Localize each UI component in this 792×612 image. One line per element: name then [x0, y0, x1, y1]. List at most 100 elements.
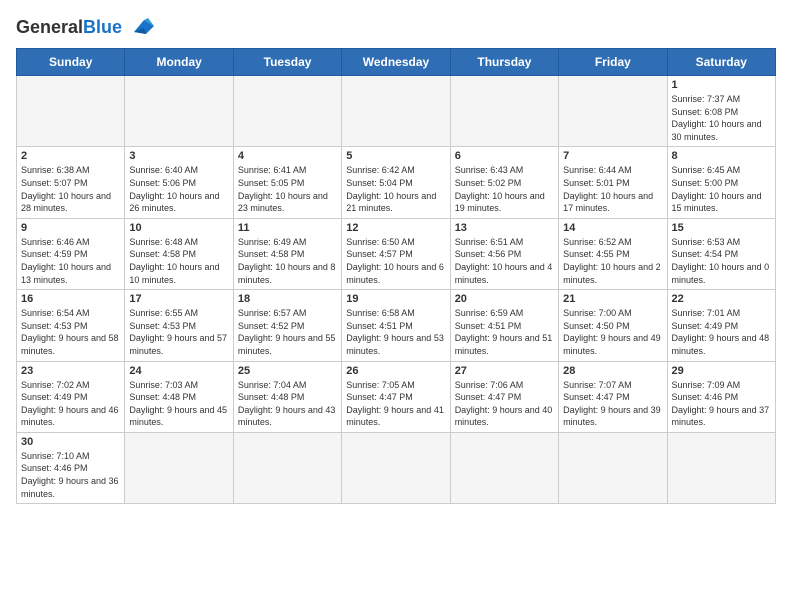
calendar-cell: 12 Sunrise: 6:50 AM Sunset: 4:57 PM Dayli… — [342, 218, 450, 289]
calendar-cell — [559, 76, 667, 147]
day-info: Sunrise: 6:54 AM Sunset: 4:53 PM Dayligh… — [21, 307, 120, 357]
day-info: Sunrise: 7:00 AM Sunset: 4:50 PM Dayligh… — [563, 307, 662, 357]
day-number: 12 — [346, 222, 445, 234]
calendar-cell — [450, 432, 558, 503]
day-info: Sunrise: 7:02 AM Sunset: 4:49 PM Dayligh… — [21, 379, 120, 429]
calendar-cell: 4 Sunrise: 6:41 AM Sunset: 5:05 PM Daylig… — [233, 147, 341, 218]
day-info: Sunrise: 7:06 AM Sunset: 4:47 PM Dayligh… — [455, 379, 554, 429]
calendar-cell: 2 Sunrise: 6:38 AM Sunset: 5:07 PM Daylig… — [17, 147, 125, 218]
calendar-cell: 25 Sunrise: 7:04 AM Sunset: 4:48 PM Dayli… — [233, 361, 341, 432]
day-header-saturday: Saturday — [667, 49, 775, 76]
calendar-cell: 7 Sunrise: 6:44 AM Sunset: 5:01 PM Daylig… — [559, 147, 667, 218]
day-info: Sunrise: 7:03 AM Sunset: 4:48 PM Dayligh… — [129, 379, 228, 429]
day-header-monday: Monday — [125, 49, 233, 76]
day-number: 9 — [21, 222, 120, 234]
day-number: 3 — [129, 150, 228, 162]
calendar-cell: 9Sunrise: 6:46 AM Sunset: 4:59 PM Daylig… — [17, 218, 125, 289]
calendar-cell: 8 Sunrise: 6:45 AM Sunset: 5:00 PM Daylig… — [667, 147, 775, 218]
calendar-cell: 18 Sunrise: 6:57 AM Sunset: 4:52 PM Dayli… — [233, 290, 341, 361]
day-info: Sunrise: 7:01 AM Sunset: 4:49 PM Dayligh… — [672, 307, 771, 357]
calendar-body: 1 Sunrise: 7:37 AM Sunset: 6:08 PM Daylig… — [17, 76, 776, 504]
calendar-cell — [559, 432, 667, 503]
day-number: 28 — [563, 365, 662, 377]
day-number: 7 — [563, 150, 662, 162]
day-info: Sunrise: 6:48 AM Sunset: 4:58 PM Dayligh… — [129, 236, 228, 286]
day-number: 22 — [672, 293, 771, 305]
day-info: Sunrise: 7:09 AM Sunset: 4:46 PM Dayligh… — [672, 379, 771, 429]
day-number: 23 — [21, 365, 120, 377]
calendar-cell: 3 Sunrise: 6:40 AM Sunset: 5:06 PM Daylig… — [125, 147, 233, 218]
day-info: Sunrise: 6:50 AM Sunset: 4:57 PM Dayligh… — [346, 236, 445, 286]
day-info: Sunrise: 7:10 AM Sunset: 4:46 PM Dayligh… — [21, 450, 120, 500]
calendar-cell — [667, 432, 775, 503]
day-number: 10 — [129, 222, 228, 234]
day-info: Sunrise: 6:44 AM Sunset: 5:01 PM Dayligh… — [563, 164, 662, 214]
calendar-cell: 16 Sunrise: 6:54 AM Sunset: 4:53 PM Dayli… — [17, 290, 125, 361]
calendar-week-row: 16 Sunrise: 6:54 AM Sunset: 4:53 PM Dayli… — [17, 290, 776, 361]
calendar-cell: 21Sunrise: 7:00 AM Sunset: 4:50 PM Dayli… — [559, 290, 667, 361]
day-info: Sunrise: 7:37 AM Sunset: 6:08 PM Dayligh… — [672, 93, 771, 143]
day-info: Sunrise: 6:49 AM Sunset: 4:58 PM Dayligh… — [238, 236, 337, 286]
calendar-header: SundayMondayTuesdayWednesdayThursdayFrid… — [17, 49, 776, 76]
calendar-cell — [450, 76, 558, 147]
calendar-week-row: 1 Sunrise: 7:37 AM Sunset: 6:08 PM Daylig… — [17, 76, 776, 147]
calendar-cell: 23 Sunrise: 7:02 AM Sunset: 4:49 PM Dayli… — [17, 361, 125, 432]
calendar-cell: 20 Sunrise: 6:59 AM Sunset: 4:51 PM Dayli… — [450, 290, 558, 361]
day-number: 18 — [238, 293, 337, 305]
day-number: 20 — [455, 293, 554, 305]
calendar-cell: 29 Sunrise: 7:09 AM Sunset: 4:46 PM Dayli… — [667, 361, 775, 432]
day-header-friday: Friday — [559, 49, 667, 76]
calendar-week-row: 9Sunrise: 6:46 AM Sunset: 4:59 PM Daylig… — [17, 218, 776, 289]
day-number: 16 — [21, 293, 120, 305]
calendar-cell: 28 Sunrise: 7:07 AM Sunset: 4:47 PM Dayli… — [559, 361, 667, 432]
calendar-cell: 30 Sunrise: 7:10 AM Sunset: 4:46 PM Dayli… — [17, 432, 125, 503]
day-number: 4 — [238, 150, 337, 162]
day-number: 17 — [129, 293, 228, 305]
day-info: Sunrise: 6:51 AM Sunset: 4:56 PM Dayligh… — [455, 236, 554, 286]
logo-text: GeneralBlue — [16, 18, 122, 36]
day-info: Sunrise: 6:40 AM Sunset: 5:06 PM Dayligh… — [129, 164, 228, 214]
calendar-cell — [125, 76, 233, 147]
calendar-cell: 15Sunrise: 6:53 AM Sunset: 4:54 PM Dayli… — [667, 218, 775, 289]
day-info: Sunrise: 6:57 AM Sunset: 4:52 PM Dayligh… — [238, 307, 337, 357]
calendar-cell: 17 Sunrise: 6:55 AM Sunset: 4:53 PM Dayli… — [125, 290, 233, 361]
day-number: 14 — [563, 222, 662, 234]
page-header: GeneralBlue — [16, 16, 776, 38]
day-number: 19 — [346, 293, 445, 305]
day-info: Sunrise: 6:52 AM Sunset: 4:55 PM Dayligh… — [563, 236, 662, 286]
day-number: 13 — [455, 222, 554, 234]
day-number: 25 — [238, 365, 337, 377]
calendar-header-row: SundayMondayTuesdayWednesdayThursdayFrid… — [17, 49, 776, 76]
calendar-cell — [17, 76, 125, 147]
day-number: 30 — [21, 436, 120, 448]
calendar-cell — [342, 76, 450, 147]
calendar-cell — [125, 432, 233, 503]
calendar-cell — [233, 76, 341, 147]
day-header-thursday: Thursday — [450, 49, 558, 76]
calendar-cell: 13 Sunrise: 6:51 AM Sunset: 4:56 PM Dayli… — [450, 218, 558, 289]
calendar-cell: 22 Sunrise: 7:01 AM Sunset: 4:49 PM Dayli… — [667, 290, 775, 361]
day-number: 29 — [672, 365, 771, 377]
calendar-cell — [233, 432, 341, 503]
day-number: 2 — [21, 150, 120, 162]
day-info: Sunrise: 7:04 AM Sunset: 4:48 PM Dayligh… — [238, 379, 337, 429]
day-number: 5 — [346, 150, 445, 162]
day-info: Sunrise: 6:38 AM Sunset: 5:07 PM Dayligh… — [21, 164, 120, 214]
day-info: Sunrise: 6:55 AM Sunset: 4:53 PM Dayligh… — [129, 307, 228, 357]
day-number: 1 — [672, 79, 771, 91]
day-info: Sunrise: 6:58 AM Sunset: 4:51 PM Dayligh… — [346, 307, 445, 357]
day-info: Sunrise: 6:53 AM Sunset: 4:54 PM Dayligh… — [672, 236, 771, 286]
day-info: Sunrise: 6:59 AM Sunset: 4:51 PM Dayligh… — [455, 307, 554, 357]
calendar-cell: 6Sunrise: 6:43 AM Sunset: 5:02 PM Daylig… — [450, 147, 558, 218]
day-header-sunday: Sunday — [17, 49, 125, 76]
day-info: Sunrise: 6:41 AM Sunset: 5:05 PM Dayligh… — [238, 164, 337, 214]
day-number: 27 — [455, 365, 554, 377]
calendar-cell — [342, 432, 450, 503]
calendar-week-row: 2 Sunrise: 6:38 AM Sunset: 5:07 PM Daylig… — [17, 147, 776, 218]
day-number: 8 — [672, 150, 771, 162]
day-info: Sunrise: 6:43 AM Sunset: 5:02 PM Dayligh… — [455, 164, 554, 214]
day-number: 26 — [346, 365, 445, 377]
day-info: Sunrise: 6:45 AM Sunset: 5:00 PM Dayligh… — [672, 164, 771, 214]
calendar-week-row: 23 Sunrise: 7:02 AM Sunset: 4:49 PM Dayli… — [17, 361, 776, 432]
day-info: Sunrise: 7:07 AM Sunset: 4:47 PM Dayligh… — [563, 379, 662, 429]
